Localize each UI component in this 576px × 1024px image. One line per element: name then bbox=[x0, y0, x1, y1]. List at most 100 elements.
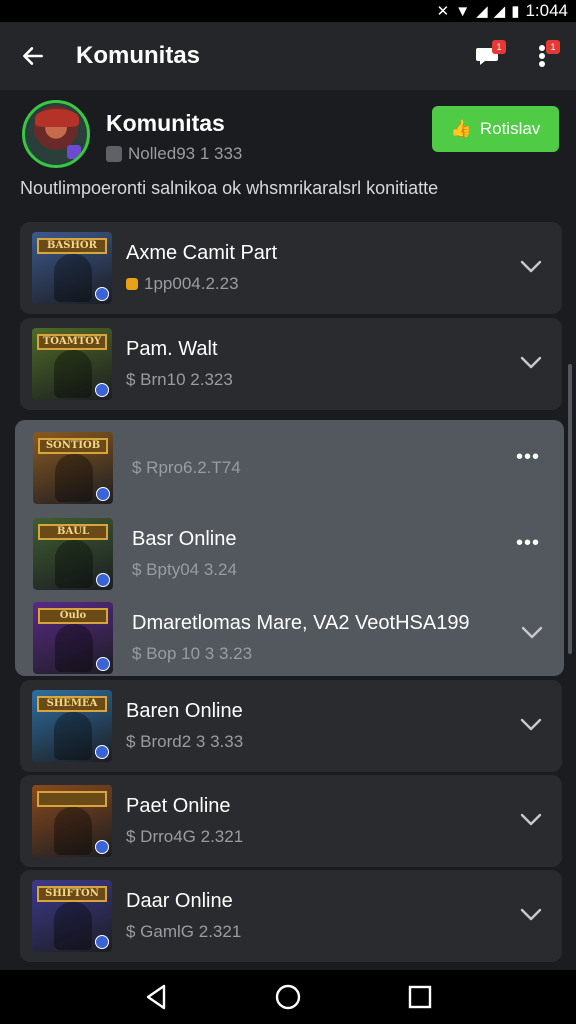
thumbnail-title: SHIFTON bbox=[37, 886, 107, 902]
game-name: Pam. Walt bbox=[126, 338, 218, 360]
battery-icon: ▮ bbox=[511, 3, 520, 20]
game-name: Axme Camit Part bbox=[126, 242, 278, 264]
game-card[interactable]: SHEMEA Baren Online $ Brord2 3 3.33 bbox=[20, 680, 562, 772]
triangle-back-icon bbox=[146, 984, 166, 1010]
expand-button[interactable] bbox=[516, 252, 546, 282]
more-options-button[interactable]: ••• bbox=[513, 446, 543, 468]
chevron-down-icon bbox=[520, 718, 542, 731]
game-name: Paet Online bbox=[126, 795, 231, 817]
scrollbar[interactable] bbox=[568, 364, 572, 654]
game-subtitle: $ Rpro6.2.T74 bbox=[132, 458, 241, 478]
game-name: Dmaretlomas Mare, VA2 VeotHSA199 bbox=[132, 612, 470, 634]
game-name: Daar Online bbox=[126, 890, 233, 912]
game-thumbnail: TOAMTOY bbox=[32, 328, 112, 400]
game-thumbnail bbox=[32, 785, 112, 857]
signal-icon: ◢ bbox=[476, 3, 488, 20]
game-thumbnail: SHIFTON bbox=[32, 880, 112, 952]
expand-button[interactable] bbox=[516, 805, 546, 835]
thumbs-up-icon: 👍 bbox=[450, 119, 472, 138]
menu-badge: 1 bbox=[546, 40, 560, 54]
chevron-down-icon bbox=[520, 356, 542, 369]
game-thumbnail: Oulo bbox=[33, 602, 113, 674]
group-game-item[interactable]: BAUL Basr Online $ Bpty04 3.24 ••• bbox=[20, 508, 559, 594]
game-card[interactable]: TOAMTOY Pam. Walt $ Brn10 2.323 bbox=[20, 318, 562, 410]
expand-button[interactable] bbox=[516, 348, 546, 378]
platform-icon bbox=[95, 935, 109, 949]
chevron-down-icon bbox=[521, 626, 543, 639]
chevron-down-icon bbox=[520, 813, 542, 826]
game-card[interactable]: Paet Online $ Drro4G 2.321 bbox=[20, 775, 562, 867]
game-card[interactable]: BASHOR Axme Camit Part 1pp004.2.23 bbox=[20, 222, 562, 314]
community-avatar[interactable] bbox=[22, 100, 90, 168]
expand-button[interactable] bbox=[517, 618, 547, 648]
game-subtitle-text: $ Bpty04 3.24 bbox=[132, 560, 237, 579]
status-time: 1:044 bbox=[525, 1, 568, 20]
game-subtitle-text: $ GamlG 2.321 bbox=[126, 922, 242, 941]
game-subtitle-text: $ Brord2 3 3.33 bbox=[126, 732, 244, 751]
mute-icon: ✕ bbox=[436, 3, 450, 20]
thumbnail-title: Oulo bbox=[38, 608, 108, 624]
game-subtitle-text: $ Drro4G 2.321 bbox=[126, 827, 244, 846]
square-recents-icon bbox=[408, 985, 432, 1009]
game-subtitle: $ Drro4G 2.321 bbox=[126, 827, 243, 847]
thumbnail-title: SONTIOB bbox=[38, 438, 108, 454]
back-nav-button[interactable] bbox=[136, 977, 176, 1017]
overflow-menu-button[interactable]: 1 bbox=[522, 36, 562, 76]
chat-badge: 1 bbox=[492, 40, 506, 54]
circle-home-icon bbox=[275, 984, 301, 1010]
join-button[interactable]: 👍 Rotislav bbox=[432, 106, 559, 152]
platform-icon bbox=[96, 657, 110, 671]
chevron-down-icon bbox=[520, 908, 542, 921]
game-subtitle: $ Brn10 2.323 bbox=[126, 370, 233, 390]
verified-icon bbox=[67, 145, 81, 159]
recents-nav-button[interactable] bbox=[400, 977, 440, 1017]
platform-icon bbox=[95, 745, 109, 759]
expand-button[interactable] bbox=[516, 710, 546, 740]
game-group: SONTIOB $ Rpro6.2.T74 ••• BAUL Basr Online $ … bbox=[15, 420, 564, 676]
group-game-item[interactable]: Oulo Dmaretlomas Mare, VA2 VeotHSA199 $ Bo… bbox=[20, 592, 559, 678]
game-thumbnail: SHEMEA bbox=[32, 690, 112, 762]
system-nav-bar bbox=[0, 970, 576, 1024]
game-subtitle-text: $ Bop 10 3 3.23 bbox=[132, 644, 253, 663]
game-subtitle: $ Bpty04 3.24 bbox=[132, 560, 237, 580]
game-thumbnail: BASHOR bbox=[32, 232, 112, 304]
platform-icon bbox=[95, 287, 109, 301]
more-options-button[interactable]: ••• bbox=[513, 532, 543, 554]
thumbnail-title bbox=[37, 791, 107, 807]
game-subtitle: $ GamlG 2.321 bbox=[126, 922, 241, 942]
game-name: Baren Online bbox=[126, 700, 243, 722]
join-label: Rotislav bbox=[479, 119, 541, 138]
game-subtitle: $ Brord2 3 3.33 bbox=[126, 732, 243, 752]
game-subtitle-text: 1pp004.2.23 bbox=[144, 274, 239, 293]
platform-icon bbox=[96, 487, 110, 501]
group-game-item[interactable]: SONTIOB $ Rpro6.2.T74 ••• bbox=[20, 422, 559, 508]
arrow-left-icon bbox=[23, 47, 43, 65]
chat-button[interactable]: 1 bbox=[468, 36, 508, 76]
community-description: Noutlimpoeronti salnikoa ok whsmrikarals… bbox=[20, 178, 439, 198]
chevron-down-icon bbox=[520, 260, 542, 273]
platform-icon bbox=[95, 383, 109, 397]
thumbnail-title: TOAMTOY bbox=[37, 334, 107, 350]
page-title: Komunitas bbox=[76, 42, 201, 69]
expand-button[interactable] bbox=[516, 900, 546, 930]
game-card[interactable]: SHIFTON Daar Online $ GamlG 2.321 bbox=[20, 870, 562, 962]
game-subtitle-text: $ Rpro6.2.T74 bbox=[132, 458, 241, 477]
home-nav-button[interactable] bbox=[268, 977, 308, 1017]
app-bar: Komunitas 1 1 bbox=[0, 22, 576, 90]
game-thumbnail: SONTIOB bbox=[33, 432, 113, 504]
coin-icon bbox=[126, 278, 138, 290]
back-button[interactable] bbox=[18, 41, 48, 71]
status-bar: ✕ ▼ ◢ ◢ ▮ 1:044 bbox=[0, 0, 576, 22]
signal-icon-2: ◢ bbox=[493, 3, 506, 20]
wifi-icon: ▼ bbox=[455, 2, 471, 20]
community-meta: Nolled93 1 333 bbox=[106, 144, 242, 164]
game-subtitle-text: $ Brn10 2.323 bbox=[126, 370, 233, 389]
thumbnail-title: BAUL bbox=[38, 524, 108, 540]
community-header: Komunitas Nolled93 1 333 👍 Rotislav bbox=[0, 98, 576, 178]
game-name: Basr Online bbox=[132, 528, 237, 550]
thumbnail-title: SHEMEA bbox=[37, 696, 107, 712]
platform-icon bbox=[95, 840, 109, 854]
thumbnail-title: BASHOR bbox=[37, 238, 107, 254]
game-subtitle: $ Bop 10 3 3.23 bbox=[132, 644, 252, 664]
members-icon bbox=[106, 146, 122, 162]
